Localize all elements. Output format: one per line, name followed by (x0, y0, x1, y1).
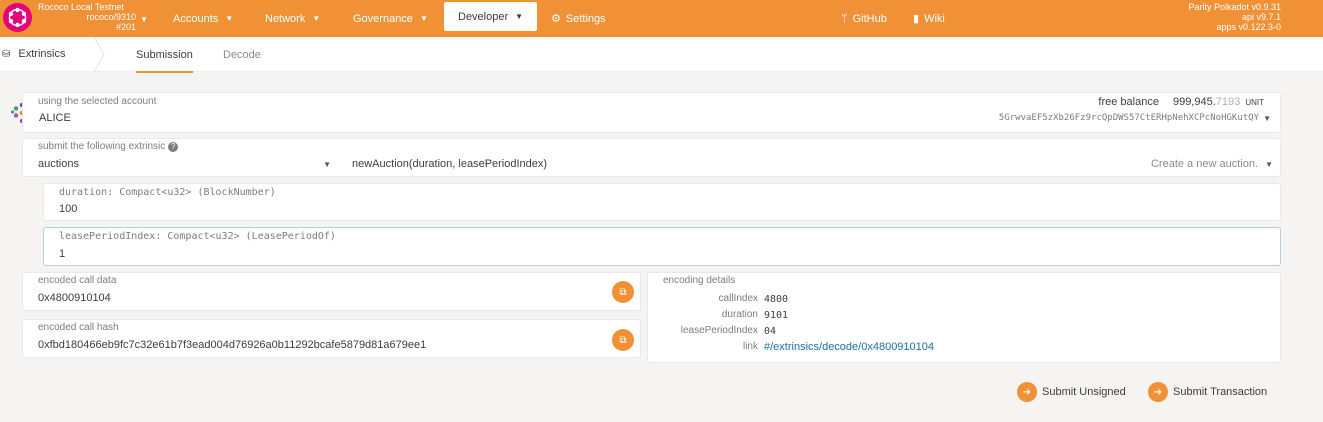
module-value: auctions (38, 158, 79, 170)
nav-developer-label: Developer (458, 10, 509, 23)
balance-unit: UNIT (1245, 98, 1264, 107)
chevron-down-icon: ▼ (1263, 114, 1271, 123)
detail-value-lease-period-index: 04 (764, 326, 777, 337)
version-info: Parity Polkadot v0.9.31 api v9.7.1 apps … (1188, 2, 1281, 32)
detail-key-duration: duration (721, 309, 758, 320)
nav-wiki[interactable]: ▮ Wiki (913, 0, 945, 37)
detail-value-call-index: 4800 (764, 294, 789, 305)
version-api: api v9.7.1 (1241, 12, 1281, 22)
submit-transaction-button[interactable]: ➔ Submit Transaction (1148, 382, 1267, 402)
encoding-details-panel: encoding details callIndex 4800 duration… (647, 272, 1281, 363)
encoded-call-hash-value: 0xfbd180466eb9fc7c32e61b7f3ead004d76926a… (38, 339, 427, 351)
encoded-call-data-panel: encoded call data 0x4800910104 ⧉ (22, 272, 641, 311)
encoding-details-title: encoding details (663, 275, 736, 286)
param-lease-period-label: leasePeriodIndex: Compact<u32> (LeasePer… (59, 231, 336, 242)
book-icon: ▮ (913, 13, 920, 25)
encoded-call-hash-panel: encoded call hash 0xfbd180466eb9fc7c32e6… (22, 319, 641, 358)
nav-accounts[interactable]: Accounts ▼ (173, 0, 233, 37)
polkadot-logo-icon[interactable] (3, 3, 32, 32)
chevron-down-icon: ▼ (323, 160, 331, 169)
sub-tabs: ⛁ Extrinsics Submission Decode (0, 37, 1323, 73)
module-dropdown[interactable]: auctions ▼ (24, 155, 334, 175)
version-node: Parity Polkadot v0.9.31 (1188, 2, 1281, 12)
help-icon[interactable]: ? (168, 142, 179, 152)
call-doc: Create a new auction. (1150, 158, 1258, 170)
sign-in-icon: ➔ (1148, 382, 1168, 402)
extrinsic-label-text: submit the following extrinsic (38, 141, 166, 152)
param-lease-period-value: 1 (59, 248, 66, 260)
chevron-down-icon: ▼ (1265, 160, 1273, 169)
chevron-down-icon: ▼ (312, 14, 321, 23)
account-selector[interactable]: using the selected account ALICE free ba… (22, 92, 1281, 133)
balance-integer: 999,945. (1172, 96, 1216, 108)
copy-icon: ⧉ (619, 334, 627, 346)
tab-submission[interactable]: Submission (136, 49, 193, 73)
submit-transaction-label: Submit Transaction (1173, 386, 1268, 398)
param-duration-field[interactable]: duration: Compact<u32> (BlockNumber) 100 (43, 183, 1281, 221)
tab-separator-chevron (93, 37, 105, 72)
free-balance-label: free balance (1098, 96, 1159, 108)
section-title: Extrinsics (18, 48, 66, 60)
balance-fraction: 7193 (1215, 96, 1241, 108)
chain-name: Rococo Local Testnet (38, 2, 124, 12)
nav-github-label: GitHub (852, 12, 887, 25)
encoded-call-hash-label: encoded call hash (38, 322, 119, 333)
copy-call-data-button[interactable]: ⧉ (612, 281, 634, 303)
nav-governance[interactable]: Governance ▼ (353, 0, 428, 37)
database-icon: ⛁ (2, 48, 11, 60)
free-balance: free balance 999,945.7193 UNIT (1098, 96, 1264, 108)
copy-icon: ⧉ (619, 286, 627, 298)
chain-block: #201 (115, 22, 136, 32)
account-label: using the selected account (38, 96, 157, 107)
detail-key-link: link (742, 341, 758, 352)
chevron-down-icon: ▼ (515, 12, 524, 21)
call-dropdown[interactable]: newAuction(duration, leasePeriodIndex) C… (352, 155, 1274, 175)
nav-github[interactable]: ᛘ GitHub (841, 0, 887, 37)
nav-developer[interactable]: Developer ▼ (444, 2, 537, 31)
nav-network-label: Network (265, 12, 306, 25)
call-value: newAuction(duration, leasePeriodIndex) (352, 158, 548, 170)
submit-unsigned-label: Submit Unsigned (1042, 386, 1126, 398)
chevron-down-icon: ▼ (140, 15, 148, 24)
detail-value-duration: 9101 (764, 310, 789, 321)
encoded-call-data-value: 0x4800910104 (38, 292, 111, 304)
submit-unsigned-button[interactable]: ➔ Submit Unsigned (1017, 382, 1126, 402)
chain-node: rococo/9310 (86, 12, 136, 22)
chain-selector[interactable]: Rococo Local Testnet rococo/9310 #201 ▼ (38, 2, 150, 32)
decode-link[interactable]: #/extrinsics/decode/0x4800910104 (764, 341, 934, 353)
nav-settings[interactable]: ⚙ Settings (551, 0, 606, 37)
param-duration-label: duration: Compact<u32> (BlockNumber) (59, 187, 276, 198)
version-apps: apps v0.122.3-0 (1216, 22, 1281, 32)
nav-governance-label: Governance (353, 12, 413, 25)
detail-key-call-index: callIndex (718, 293, 758, 304)
nav-wiki-label: Wiki (924, 12, 945, 25)
extrinsic-selector: submit the following extrinsic? auctions… (22, 138, 1281, 177)
param-duration-value: 100 (59, 203, 78, 215)
section-extrinsics: ⛁ Extrinsics (2, 48, 65, 60)
detail-key-lease-period-index: leasePeriodIndex (680, 325, 758, 336)
copy-call-hash-button[interactable]: ⧉ (612, 329, 634, 351)
top-bar: Rococo Local Testnet rococo/9310 #201 ▼ … (0, 0, 1323, 37)
chevron-down-icon: ▼ (225, 14, 234, 23)
nav-network[interactable]: Network ▼ (265, 0, 320, 37)
chevron-down-icon: ▼ (419, 14, 428, 23)
gears-icon: ⚙ (551, 13, 561, 25)
encoded-call-data-label: encoded call data (38, 275, 117, 286)
account-name: ALICE (39, 112, 71, 124)
extrinsic-label: submit the following extrinsic? (38, 141, 179, 152)
tab-decode[interactable]: Decode (223, 49, 261, 61)
nav-accounts-label: Accounts (173, 12, 219, 25)
param-lease-period-field[interactable]: leasePeriodIndex: Compact<u32> (LeasePer… (43, 227, 1281, 266)
account-address: 5GrwvaEF5zXb26Fz9rcQpDWS57CtERHpNehXCPcN… (998, 113, 1259, 123)
sign-in-icon: ➔ (1017, 382, 1037, 402)
code-branch-icon: ᛘ (841, 12, 848, 25)
nav-settings-label: Settings (565, 12, 606, 25)
